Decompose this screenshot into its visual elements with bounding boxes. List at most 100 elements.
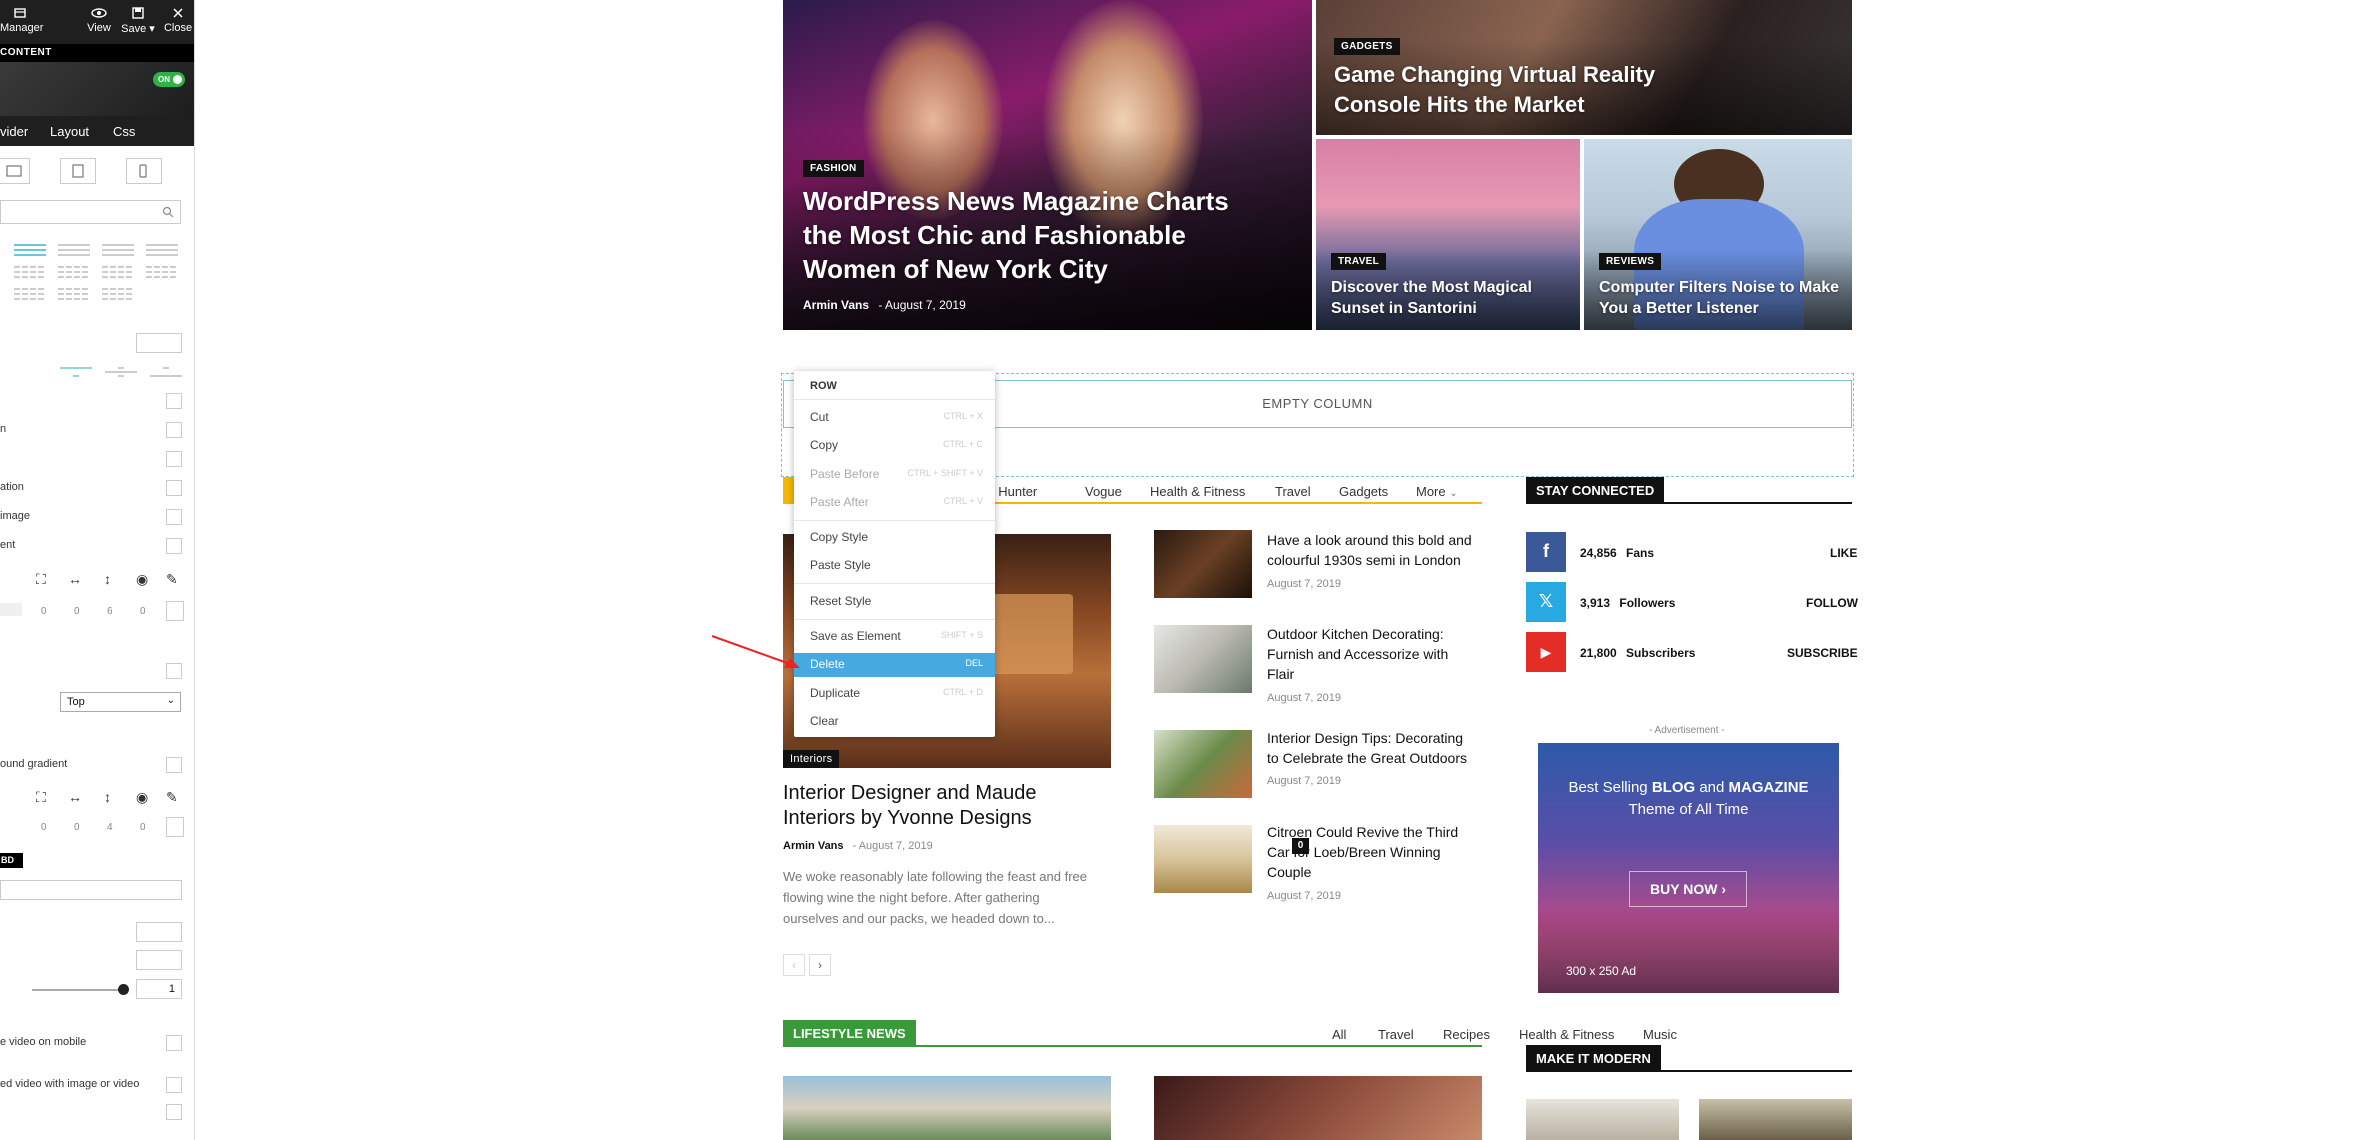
- category-badge[interactable]: REVIEWS: [1599, 253, 1662, 270]
- horizontal-resize-icon[interactable]: ↔: [68, 571, 82, 587]
- hero-gadgets-title[interactable]: Game Changing Virtual Reality Console Hi…: [1334, 60, 1655, 120]
- hero-reviews[interactable]: REVIEWS Computer Filters Noise to Make Y…: [1584, 139, 1852, 330]
- author-name[interactable]: Armin Vans: [783, 840, 844, 852]
- menu-item-clear[interactable]: Clear: [794, 710, 995, 732]
- vertical-align-select[interactable]: Top ⌄: [60, 692, 181, 712]
- upload-box[interactable]: [166, 1104, 182, 1120]
- side-post-thumb[interactable]: [1154, 625, 1252, 693]
- video-mobile-checkbox[interactable]: [166, 1035, 182, 1051]
- block1-tab-vogue[interactable]: Vogue: [1085, 484, 1122, 499]
- block1-tab-travel[interactable]: Travel: [1275, 484, 1311, 499]
- view-button[interactable]: View: [86, 4, 112, 40]
- option-checkbox-6[interactable]: [166, 538, 182, 554]
- menu-item-reset-style[interactable]: Reset Style: [794, 590, 995, 612]
- make-modern-thumb-1[interactable]: [1526, 1099, 1679, 1140]
- desktop-view-button[interactable]: [0, 158, 30, 184]
- option-checkbox-5[interactable]: [166, 509, 182, 525]
- margin-unit-box[interactable]: [166, 601, 184, 621]
- hero-main-title[interactable]: WordPress News Magazine Charts the Most …: [803, 184, 1229, 286]
- vertical-resize-icon-2[interactable]: ↕: [104, 789, 111, 805]
- option-checkbox-2[interactable]: [166, 422, 182, 438]
- border-radius-input[interactable]: [136, 950, 182, 970]
- video-image-checkbox[interactable]: [166, 1077, 182, 1093]
- side-post-thumb[interactable]: [1154, 825, 1252, 893]
- panel-search-input[interactable]: [0, 200, 181, 224]
- layout-presets-icon[interactable]: [12, 243, 182, 313]
- facebook-icon[interactable]: f: [1526, 532, 1566, 572]
- margin-input[interactable]: [0, 603, 22, 616]
- padding-bottom-value[interactable]: 4: [107, 822, 113, 833]
- hero-travel[interactable]: TRAVEL Discover the Most Magical Sunset …: [1316, 139, 1580, 330]
- block1-tab-gadgets[interactable]: Gadgets: [1339, 484, 1388, 499]
- x-icon[interactable]: 𝕏: [1526, 582, 1566, 622]
- tablet-view-button[interactable]: [60, 158, 96, 184]
- hero-reviews-title[interactable]: Computer Filters Noise to Make You a Bet…: [1599, 277, 1839, 319]
- width-input[interactable]: [136, 333, 182, 353]
- lifestyle-thumb-1[interactable]: [783, 1076, 1111, 1140]
- hero-main[interactable]: FASHION WordPress News Magazine Charts t…: [783, 0, 1312, 330]
- menu-item-copy-style[interactable]: Copy Style: [794, 526, 995, 548]
- category-badge[interactable]: Interiors: [783, 750, 840, 768]
- buy-now-button[interactable]: BUY NOW ›: [1629, 871, 1747, 907]
- tab-layout[interactable]: Layout: [50, 124, 89, 139]
- border-width-input[interactable]: [136, 922, 182, 942]
- category-badge[interactable]: TRAVEL: [1331, 253, 1387, 270]
- side-post-title[interactable]: Interior Design Tips: Decorating to Cele…: [1267, 728, 1467, 768]
- advertisement-banner[interactable]: Best Selling BLOG and MAGAZINE Theme of …: [1538, 743, 1839, 993]
- padding-top-value[interactable]: 0: [41, 822, 47, 833]
- menu-item-save-as-element[interactable]: Save as Element SHIFT + S: [794, 625, 995, 647]
- margin-right-value[interactable]: 0: [74, 606, 80, 617]
- border-input[interactable]: [0, 880, 182, 900]
- block1-tab-health-fitness[interactable]: Health & Fitness: [1150, 484, 1245, 499]
- side-post-title[interactable]: Outdoor Kitchen Decorating: Furnish and …: [1267, 624, 1448, 684]
- like-button[interactable]: LIKE: [1830, 546, 1857, 560]
- margin-left-value[interactable]: 0: [140, 606, 146, 617]
- block1-tab-more[interactable]: More ⌄: [1416, 484, 1458, 499]
- manager-button[interactable]: Manager: [0, 4, 43, 40]
- gradient-checkbox[interactable]: [166, 757, 182, 773]
- side-post-title[interactable]: Have a look around this bold and colourf…: [1267, 530, 1472, 570]
- category-badge[interactable]: FASHION: [803, 160, 864, 177]
- opacity-slider-track[interactable]: [32, 989, 124, 991]
- margin-top-value[interactable]: 0: [41, 606, 47, 617]
- vertical-resize-icon[interactable]: ↕: [104, 571, 111, 587]
- menu-item-paste-after[interactable]: Paste After CTRL + V: [794, 491, 995, 513]
- youtube-icon[interactable]: ▶: [1526, 632, 1566, 672]
- lifestyle-tab-music[interactable]: Music: [1643, 1027, 1677, 1042]
- menu-item-duplicate[interactable]: Duplicate CTRL + D: [794, 682, 995, 704]
- follow-button[interactable]: FOLLOW: [1806, 596, 1858, 610]
- next-page-button[interactable]: ›: [809, 954, 831, 976]
- subscribe-button[interactable]: SUBSCRIBE: [1787, 646, 1858, 660]
- tab-css[interactable]: Css: [113, 124, 135, 139]
- tab-divider[interactable]: vider: [0, 124, 28, 139]
- option-checkbox-1[interactable]: [166, 393, 182, 409]
- padding-right-value[interactable]: 0: [74, 822, 80, 833]
- menu-item-paste-before[interactable]: Paste Before CTRL + SHIFT + V: [794, 463, 995, 485]
- side-post-thumb[interactable]: [1154, 530, 1252, 598]
- alignment-icons[interactable]: [60, 365, 185, 379]
- option-checkbox-7[interactable]: [166, 663, 182, 679]
- radio-icon[interactable]: ◉: [136, 571, 148, 588]
- lifestyle-thumb-2[interactable]: [1154, 1076, 1482, 1140]
- lifestyle-tab-travel[interactable]: Travel: [1378, 1027, 1414, 1042]
- category-badge[interactable]: GADGETS: [1334, 38, 1400, 55]
- padding-unit-box[interactable]: [166, 817, 184, 837]
- author-name[interactable]: Armin Vans: [803, 298, 869, 312]
- menu-item-cut[interactable]: Cut CTRL + X: [794, 406, 995, 428]
- lifestyle-tab-all[interactable]: All: [1332, 1027, 1346, 1042]
- option-checkbox-4[interactable]: [166, 480, 182, 496]
- make-modern-thumb-2[interactable]: [1699, 1099, 1852, 1140]
- side-post-title[interactable]: Citroen Could Revive the Third Car for L…: [1267, 822, 1458, 882]
- side-post-thumb[interactable]: [1154, 730, 1252, 798]
- fullscreen-icon[interactable]: ⛶: [36, 571, 46, 588]
- lifestyle-tab-health-fitness[interactable]: Health & Fitness: [1519, 1027, 1614, 1042]
- on-toggle[interactable]: ON: [153, 72, 185, 87]
- radio-icon-2[interactable]: ◉: [136, 789, 148, 806]
- padding-left-value[interactable]: 0: [140, 822, 146, 833]
- prev-page-button[interactable]: ‹: [783, 954, 805, 976]
- pencil-icon[interactable]: ✎: [166, 571, 178, 588]
- opacity-slider-handle[interactable]: [118, 984, 129, 995]
- horizontal-resize-icon-2[interactable]: ↔: [68, 789, 82, 805]
- hero-gadgets[interactable]: GADGETS Game Changing Virtual Reality Co…: [1316, 0, 1852, 135]
- lifestyle-tab-recipes[interactable]: Recipes: [1443, 1027, 1490, 1042]
